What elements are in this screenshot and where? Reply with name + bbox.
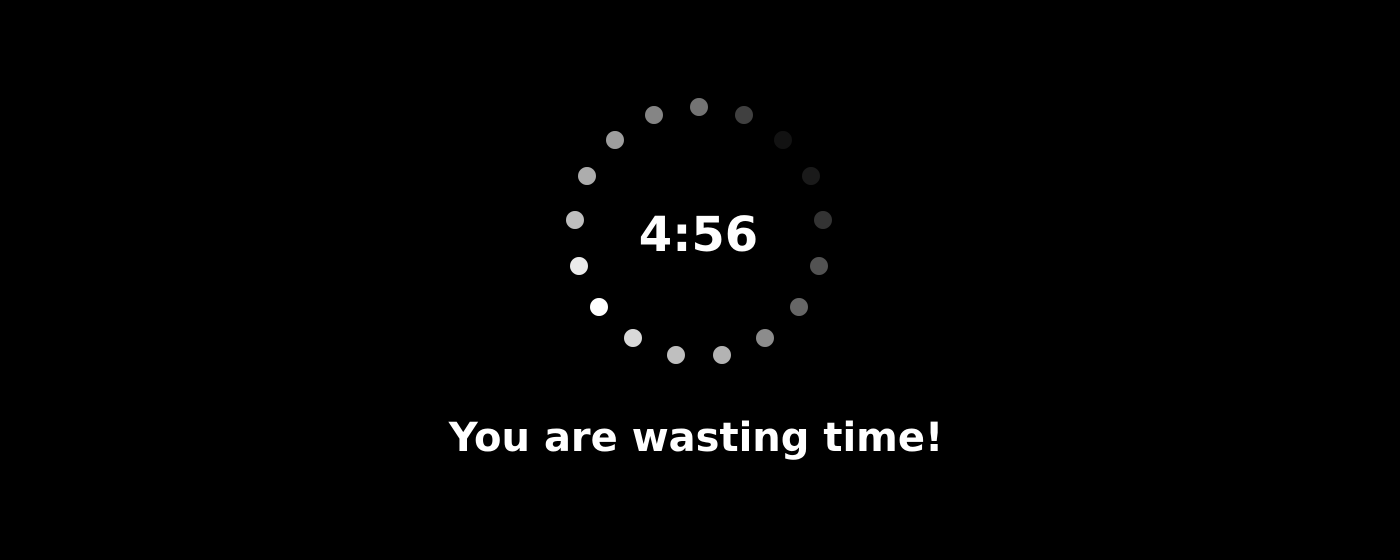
spinner-dot	[578, 167, 597, 186]
spinner-dot	[605, 130, 624, 149]
wasting-time-screen: 4:56 You are wasting time!	[0, 0, 1400, 560]
spinner-dot	[644, 106, 663, 125]
spinner-dot	[789, 298, 808, 317]
countdown-timer: 4:56	[638, 207, 759, 263]
spinner-dot	[590, 298, 609, 317]
spinner-dot	[801, 167, 820, 186]
spinner-dot	[624, 329, 643, 348]
spinner-dot	[755, 329, 774, 348]
spinner-dot	[712, 345, 731, 364]
spinner-dot	[735, 106, 754, 125]
wasting-time-message: You are wasting time!	[448, 415, 944, 461]
spinner-dot	[774, 130, 793, 149]
spinner-dot	[690, 98, 708, 116]
spinner-dot	[667, 345, 686, 364]
